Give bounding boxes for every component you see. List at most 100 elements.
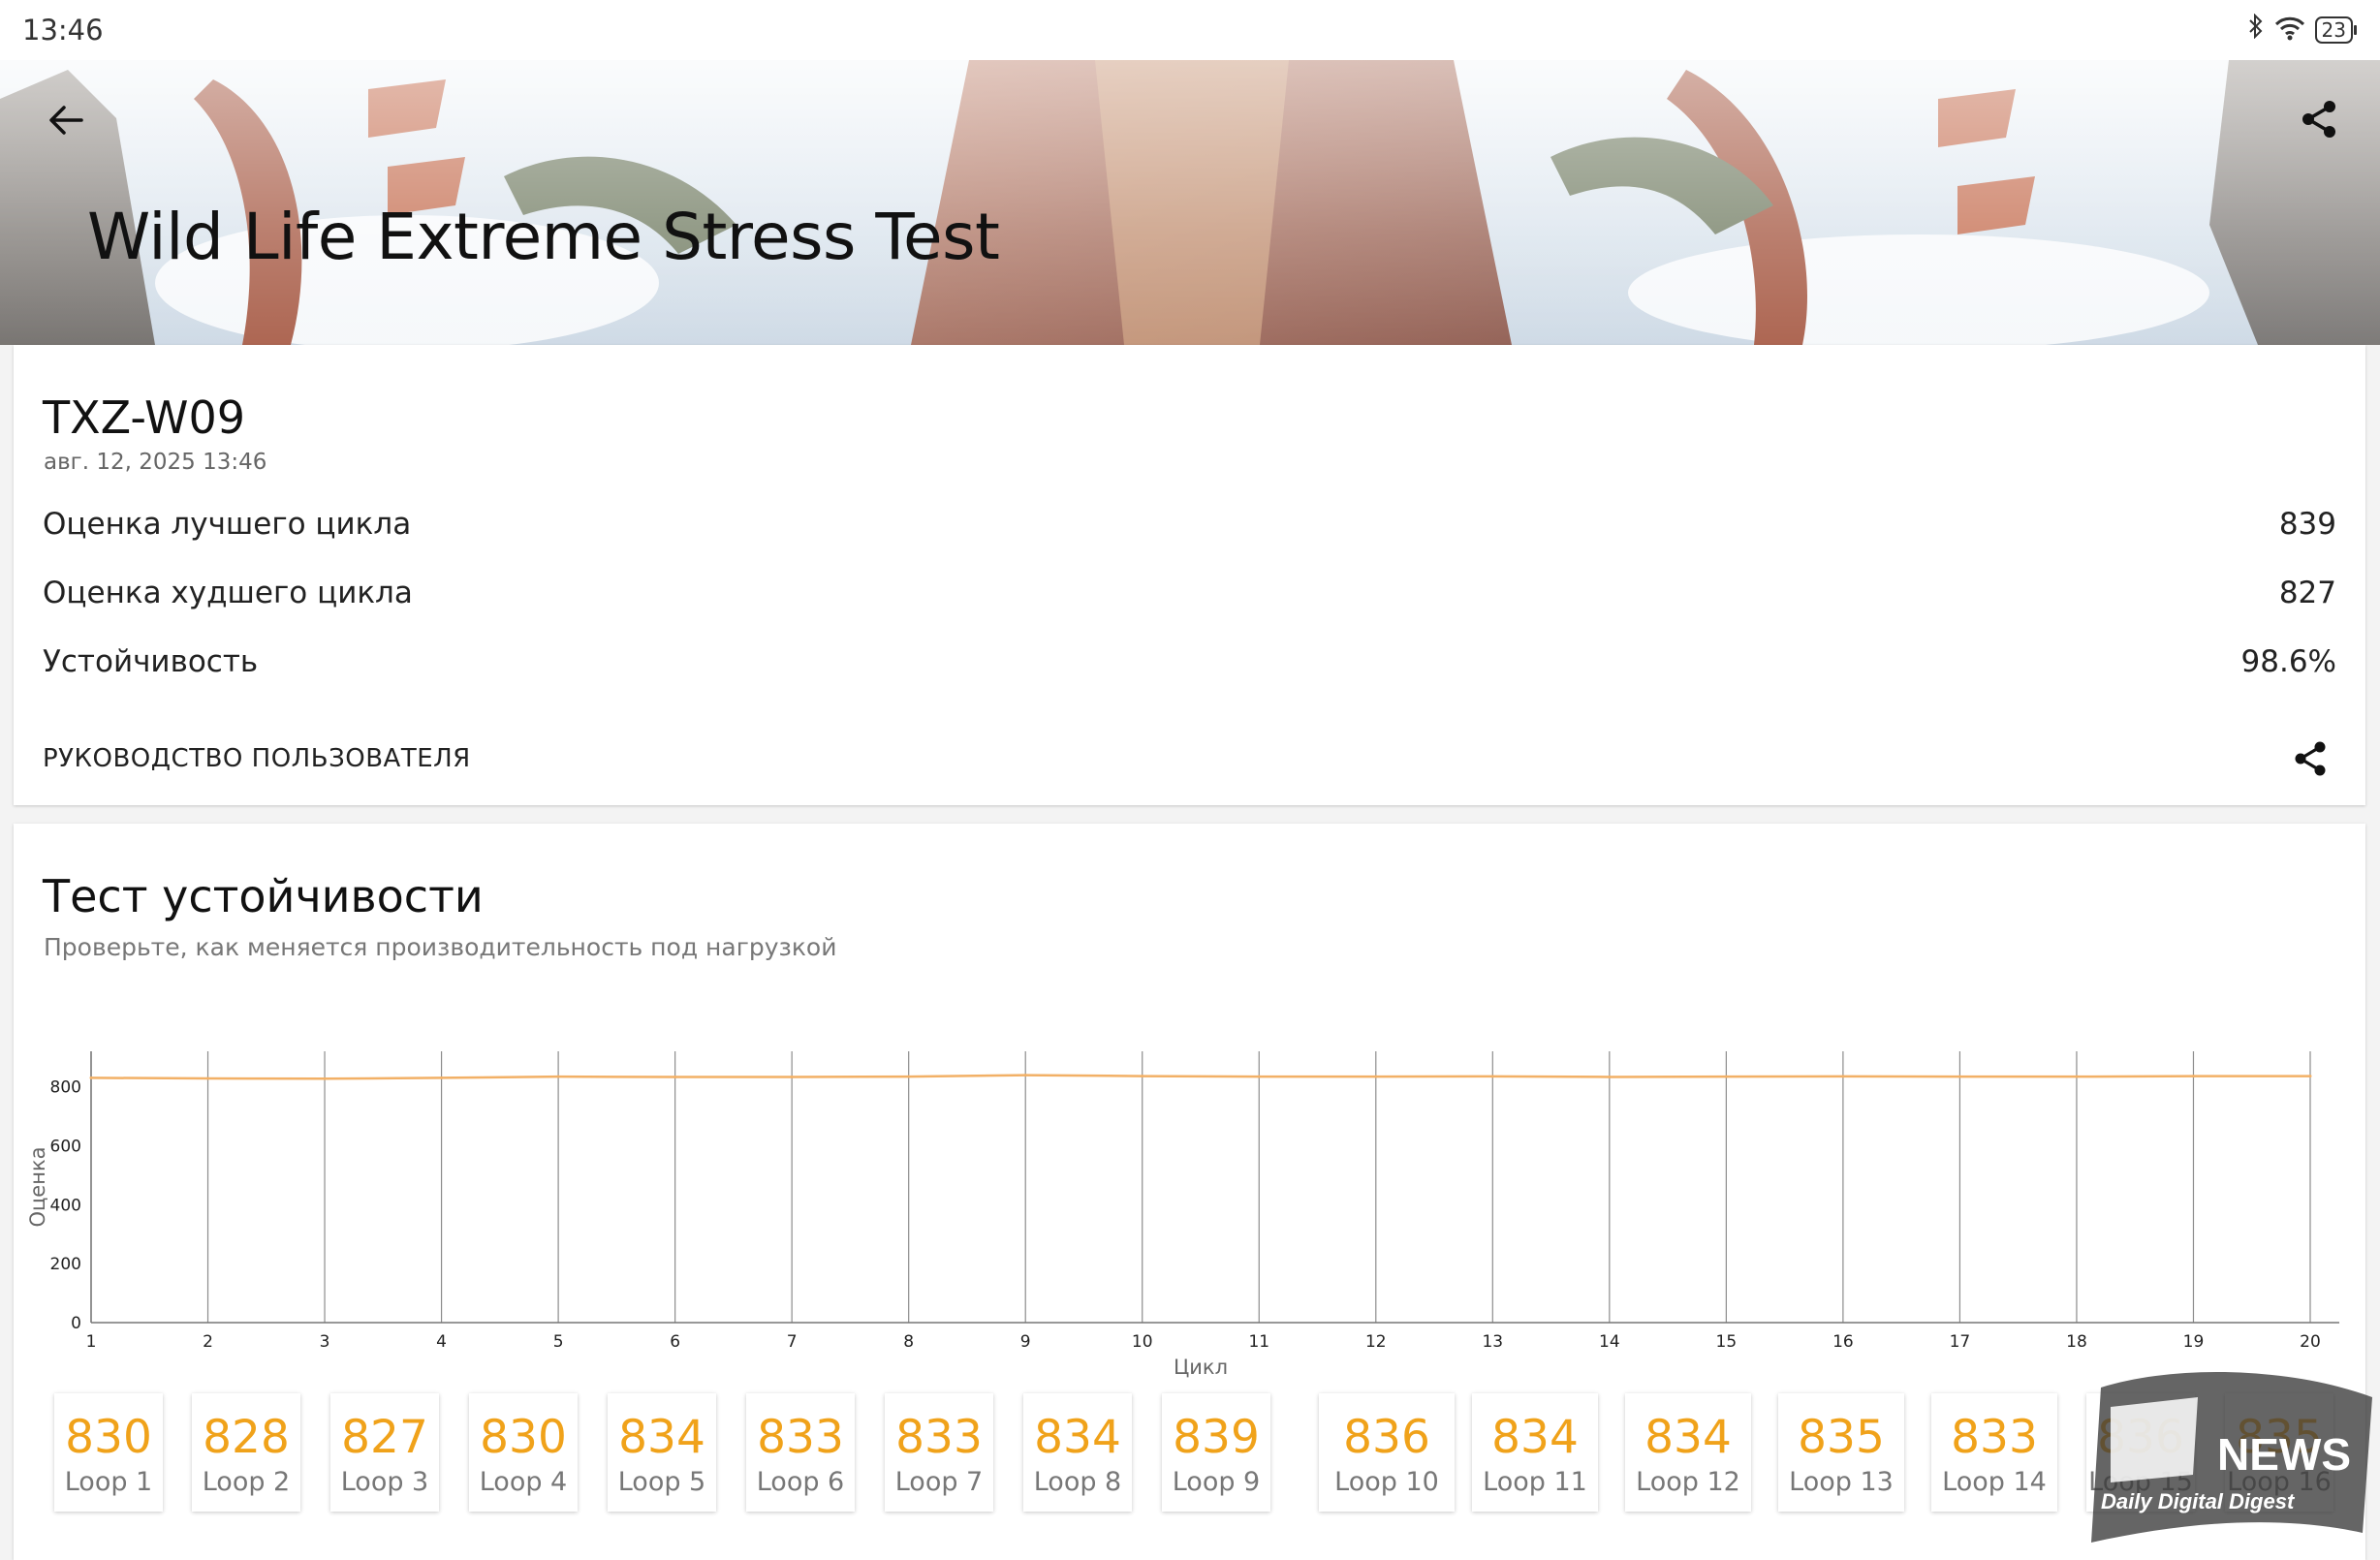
- device-name: TXZ-W09: [43, 391, 246, 444]
- y-tick-label: 800: [50, 1078, 81, 1098]
- bluetooth-icon: [2247, 13, 2265, 46]
- data-point: [1141, 1075, 1144, 1078]
- loop-score: 833: [757, 1411, 844, 1464]
- loop-score: 833: [1951, 1411, 2038, 1464]
- data-point: [556, 1075, 560, 1078]
- result-summary-card: TXZ-W09 авг. 12, 2025 13:46 Оценка лучше…: [14, 345, 2365, 805]
- hero-banner: Wild Life Extreme Stress Test: [0, 60, 2380, 345]
- stability-line-chart: 02004006008001 2 3 4 5 6 7 8 9 10 11 12 13 14 15 16 17 18…: [26, 1051, 2339, 1379]
- data-point: [1257, 1075, 1261, 1078]
- loop-card: 833 Loop 14: [1931, 1393, 2057, 1512]
- data-point: [1724, 1075, 1728, 1078]
- stability-value: 98.6%: [2240, 644, 2336, 679]
- loop-scores-strip: 830 Loop 1 828 Loop 2 827 Loop 3 830 Loop 4 834 L…: [54, 1393, 2380, 1519]
- x-tick-label: 19: [2183, 1332, 2205, 1352]
- x-axis-title: Цикл: [1174, 1356, 1228, 1379]
- share-icon[interactable]: [2297, 97, 2341, 141]
- loop-score: 834: [1644, 1411, 1732, 1464]
- x-tick-label: 13: [1482, 1332, 1503, 1352]
- watermark-brand: NEWS: [2217, 1429, 2351, 1480]
- y-tick-label: 400: [50, 1196, 81, 1215]
- data-point: [1490, 1075, 1494, 1078]
- x-tick-label: 15: [1716, 1332, 1738, 1352]
- loop-card: 830 Loop 4: [469, 1393, 578, 1512]
- loop-label: Loop 5: [617, 1467, 706, 1497]
- best-loop-value: 839: [2278, 507, 2336, 542]
- worst-loop-value: 827: [2278, 576, 2336, 610]
- watermark-tagline: Daily Digital Digest: [2101, 1489, 2296, 1513]
- loop-label: Loop 2: [202, 1467, 291, 1497]
- loop-label: Loop 13: [1789, 1467, 1894, 1497]
- stability-label: Устойчивость: [43, 644, 259, 679]
- x-tick-label: 1: [86, 1332, 97, 1352]
- x-tick-label: 20: [2300, 1332, 2321, 1352]
- data-point: [1374, 1075, 1378, 1078]
- data-point: [440, 1076, 444, 1079]
- status-icons: 23: [2247, 13, 2358, 46]
- loop-label: Loop 6: [756, 1467, 845, 1497]
- loop-card: 834 Loop 8: [1023, 1393, 1132, 1512]
- data-point: [1957, 1075, 1961, 1078]
- best-loop-label: Оценка лучшего цикла: [43, 507, 412, 542]
- loop-card: 828 Loop 2: [192, 1393, 300, 1512]
- best-loop-row: Оценка лучшего цикла 839: [43, 501, 2336, 549]
- y-axis-title: Оценка: [26, 1146, 49, 1227]
- data-point: [2075, 1075, 2079, 1078]
- loop-label: Loop 14: [1942, 1467, 2047, 1497]
- data-point: [673, 1075, 677, 1078]
- data-point: [790, 1075, 794, 1078]
- worst-loop-row: Оценка худшего цикла 827: [43, 570, 2336, 618]
- x-tick-label: 4: [436, 1332, 447, 1352]
- data-point: [1841, 1075, 1845, 1078]
- loop-label: Loop 7: [894, 1467, 984, 1497]
- y-tick-label: 600: [50, 1137, 81, 1156]
- stability-test-card: Тест устойчивости Проверьте, как меняетс…: [14, 824, 2365, 1560]
- status-time: 13:46: [22, 14, 104, 47]
- data-point: [1023, 1074, 1027, 1077]
- data-point: [323, 1076, 327, 1080]
- 3dnews-watermark: NEWS Daily Digital Digest: [2091, 1371, 2372, 1543]
- loop-score: 834: [1491, 1411, 1579, 1464]
- x-tick-label: 6: [670, 1332, 680, 1352]
- loop-score: 836: [1343, 1411, 1430, 1464]
- stability-row: Устойчивость 98.6%: [43, 639, 2336, 687]
- loop-card: 834 Loop 5: [608, 1393, 716, 1512]
- x-tick-label: 2: [203, 1332, 213, 1352]
- share-icon[interactable]: [2290, 738, 2331, 779]
- loop-card: 830 Loop 1: [54, 1393, 163, 1512]
- loop-card: 836 Loop 10: [1319, 1393, 1455, 1512]
- y-tick-label: 0: [71, 1314, 81, 1333]
- x-tick-label: 18: [2066, 1332, 2087, 1352]
- loop-label: Loop 9: [1172, 1467, 1261, 1497]
- data-point: [907, 1075, 911, 1078]
- x-tick-label: 14: [1599, 1332, 1620, 1352]
- loop-label: Loop 12: [1636, 1467, 1740, 1497]
- data-point: [206, 1076, 210, 1080]
- loop-score: 830: [65, 1411, 152, 1464]
- loop-score: 833: [895, 1411, 983, 1464]
- data-point: [89, 1076, 93, 1079]
- data-point: [2308, 1075, 2312, 1078]
- loop-card: 839 Loop 9: [1162, 1393, 1270, 1512]
- x-tick-label: 11: [1248, 1332, 1269, 1352]
- data-point: [2191, 1075, 2195, 1078]
- worst-loop-label: Оценка худшего цикла: [43, 576, 413, 610]
- x-tick-label: 8: [903, 1332, 914, 1352]
- loop-label: Loop 3: [340, 1467, 429, 1497]
- loop-card: 833 Loop 7: [885, 1393, 993, 1512]
- loop-card: 827 Loop 3: [330, 1393, 439, 1512]
- back-arrow-icon[interactable]: [45, 99, 87, 141]
- x-tick-label: 7: [787, 1332, 798, 1352]
- battery-icon: 23: [2314, 16, 2358, 44]
- wifi-icon: [2274, 16, 2305, 45]
- loop-label: Loop 11: [1483, 1467, 1587, 1497]
- user-guide-link[interactable]: РУКОВОДСТВО ПОЛЬЗОВАТЕЛЯ: [43, 744, 471, 773]
- loop-score: 835: [1798, 1411, 1885, 1464]
- loop-score: 839: [1173, 1411, 1260, 1464]
- loop-score: 834: [618, 1411, 705, 1464]
- x-tick-label: 17: [1950, 1332, 1971, 1352]
- loop-score: 827: [341, 1411, 428, 1464]
- x-tick-label: 5: [553, 1332, 564, 1352]
- loop-score: 834: [1034, 1411, 1121, 1464]
- loop-card: 835 Loop 13: [1778, 1393, 1904, 1512]
